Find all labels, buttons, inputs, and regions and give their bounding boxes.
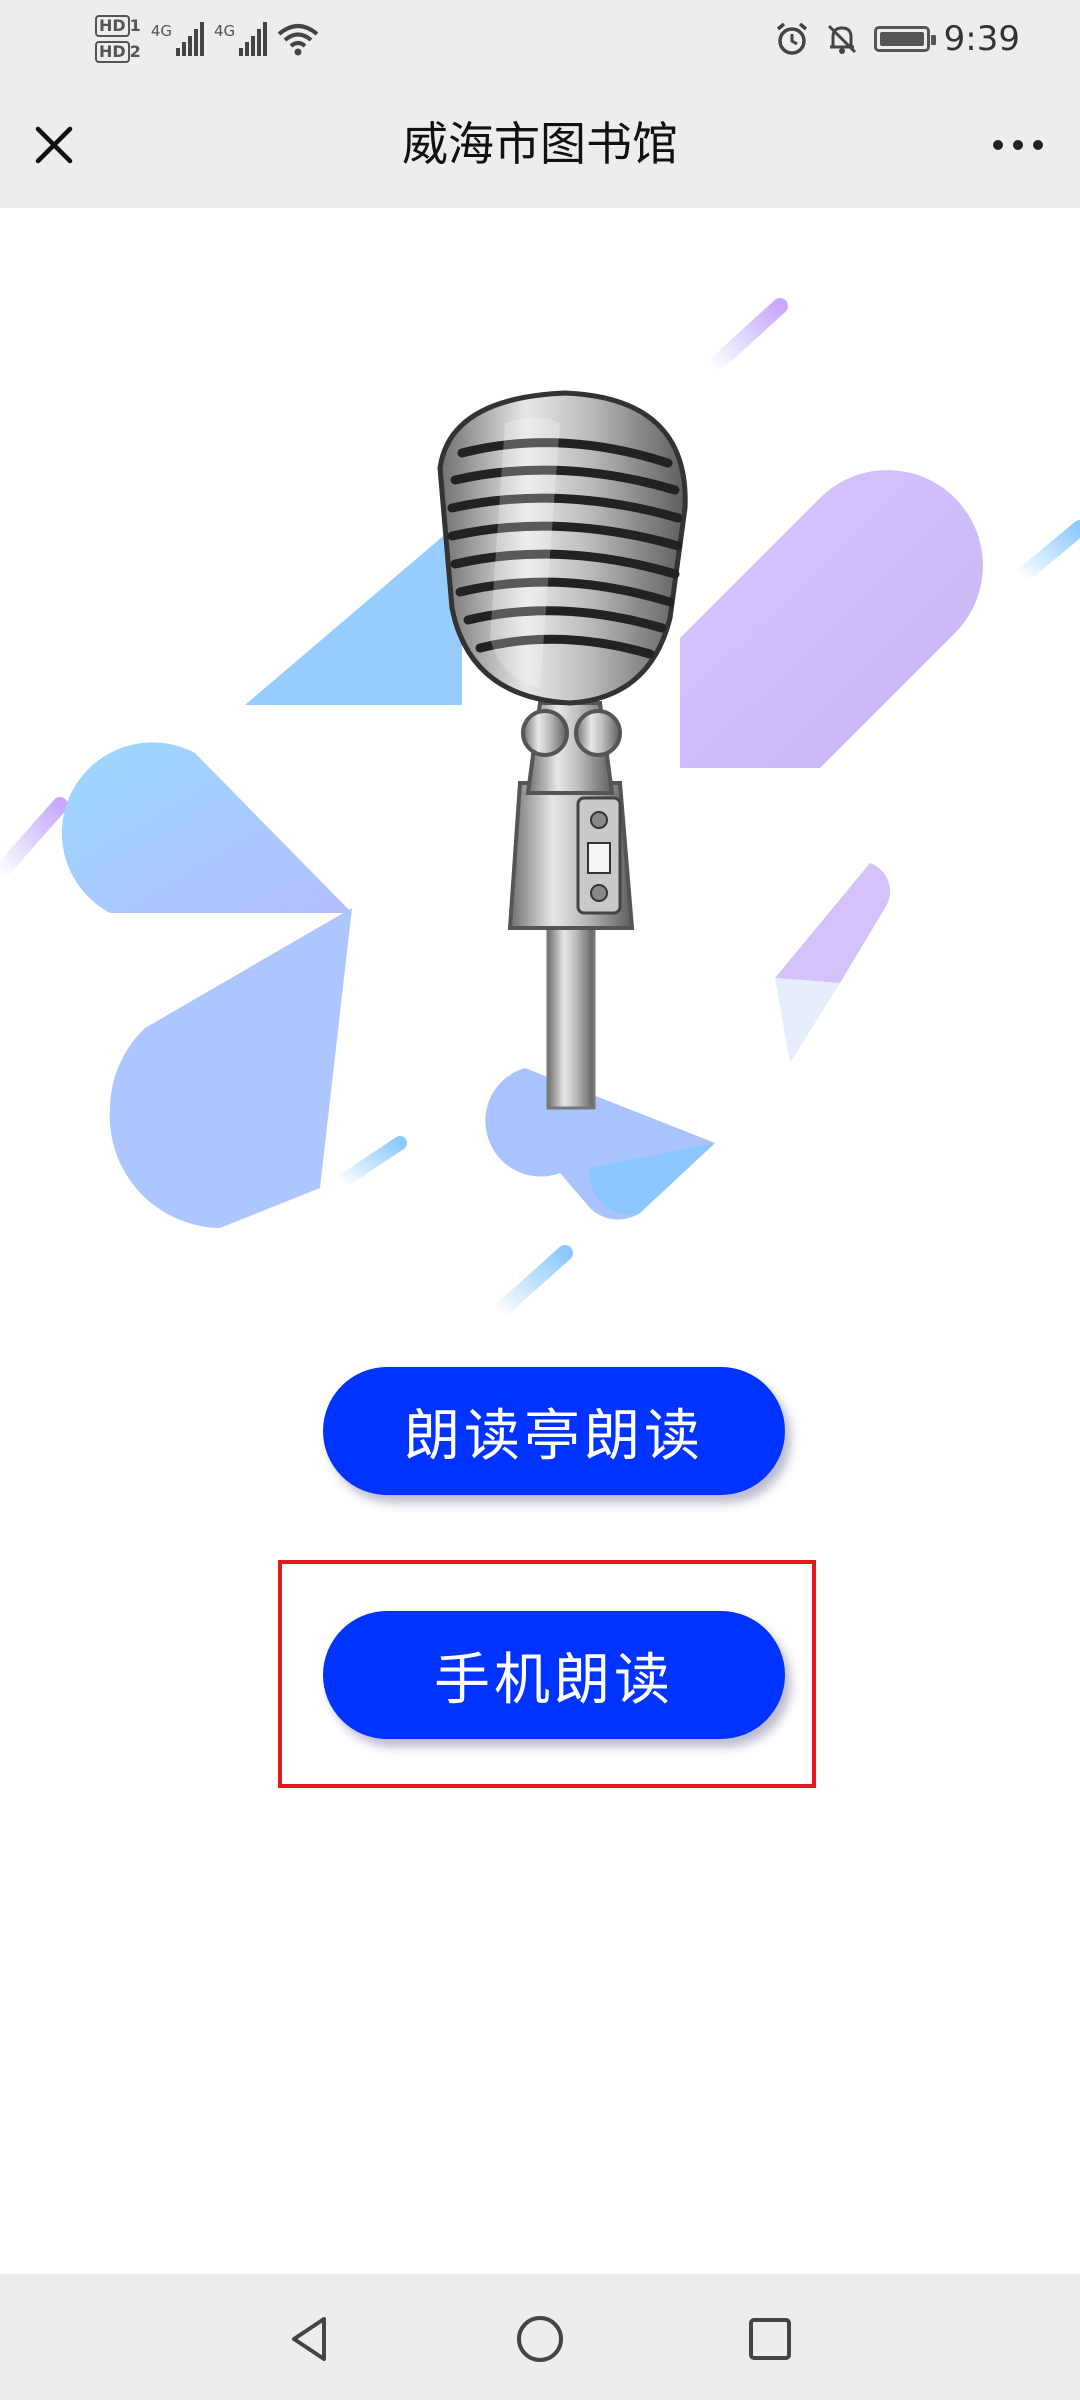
kiosk-reading-button[interactable]: 朗读亭朗读 [323, 1367, 785, 1495]
signal-icon: 4G [151, 22, 204, 56]
battery-icon [873, 26, 936, 52]
microphone-illustration [0, 298, 1080, 1321]
more-dot[interactable] [1033, 140, 1043, 150]
more-dot[interactable] [993, 140, 1003, 150]
wifi-icon [277, 24, 319, 56]
network-type-1: 4G [150, 22, 172, 40]
phone-reading-button[interactable]: 手机朗读 [323, 1611, 785, 1739]
more-dot[interactable] [1013, 140, 1023, 150]
hd1-indicator: HD 1 [95, 15, 141, 37]
page-title: 威海市图书馆 [402, 117, 678, 171]
hd2-indicator: HD 2 [95, 41, 141, 63]
home-icon[interactable] [510, 2309, 570, 2369]
status-right: 9:39 [774, 12, 1020, 66]
system-navigation-bar [0, 2274, 1080, 2400]
bell-off-icon [827, 24, 856, 54]
status-time: 9:39 [943, 19, 1020, 59]
status-left: HD 1 HD 2 4G 4G [95, 8, 319, 70]
network-type-2: 4G [213, 22, 236, 40]
alarm-icon [776, 22, 807, 55]
recent-apps-icon[interactable] [740, 2309, 800, 2369]
title-bar: 威海市图书馆 [0, 78, 1080, 208]
back-icon[interactable] [280, 2309, 340, 2369]
signal-icon-2: 4G [213, 22, 268, 56]
hd-indicators: HD 1 HD 2 [95, 15, 141, 63]
more-button[interactable] [978, 113, 1058, 177]
status-bar: HD 1 HD 2 4G 4G 9:39 [0, 0, 1080, 78]
